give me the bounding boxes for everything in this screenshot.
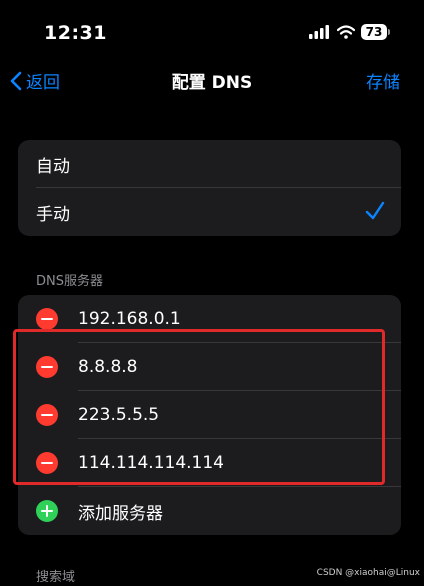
search-domains-header: 搜索域: [36, 570, 76, 585]
battery-icon: 73: [361, 24, 390, 40]
delete-minus-icon[interactable]: [36, 308, 58, 330]
wifi-icon: [337, 25, 355, 39]
status-bar: 12:31 73: [0, 0, 424, 62]
dns-section-header: DNS服务器: [36, 274, 103, 289]
add-server-label: 添加服务器: [78, 503, 163, 524]
watermark: CSDN @xiaohai@Linux: [316, 568, 420, 578]
checkmark-icon: [365, 201, 385, 220]
navigation-bar: 返回 配置 DNS 存储: [0, 62, 424, 98]
cellular-signal-icon: [309, 25, 329, 39]
add-server-button[interactable]: 添加服务器: [18, 487, 401, 535]
status-icons: 73: [309, 24, 390, 40]
highlight-annotation-box: [13, 329, 385, 485]
battery-level: 73: [361, 24, 387, 40]
mode-option-label: 手动: [36, 204, 70, 225]
status-time: 12:31: [44, 22, 107, 44]
mode-option-automatic[interactable]: 自动: [18, 140, 401, 188]
mode-option-label: 自动: [36, 156, 70, 177]
save-button[interactable]: 存储: [366, 68, 400, 93]
add-plus-icon: [36, 500, 58, 522]
config-mode-group: 自动 手动: [18, 140, 401, 236]
page-title: 配置 DNS: [171, 73, 253, 93]
dns-server-address[interactable]: 192.168.0.1: [78, 309, 181, 329]
mode-option-manual[interactable]: 手动: [18, 188, 401, 236]
